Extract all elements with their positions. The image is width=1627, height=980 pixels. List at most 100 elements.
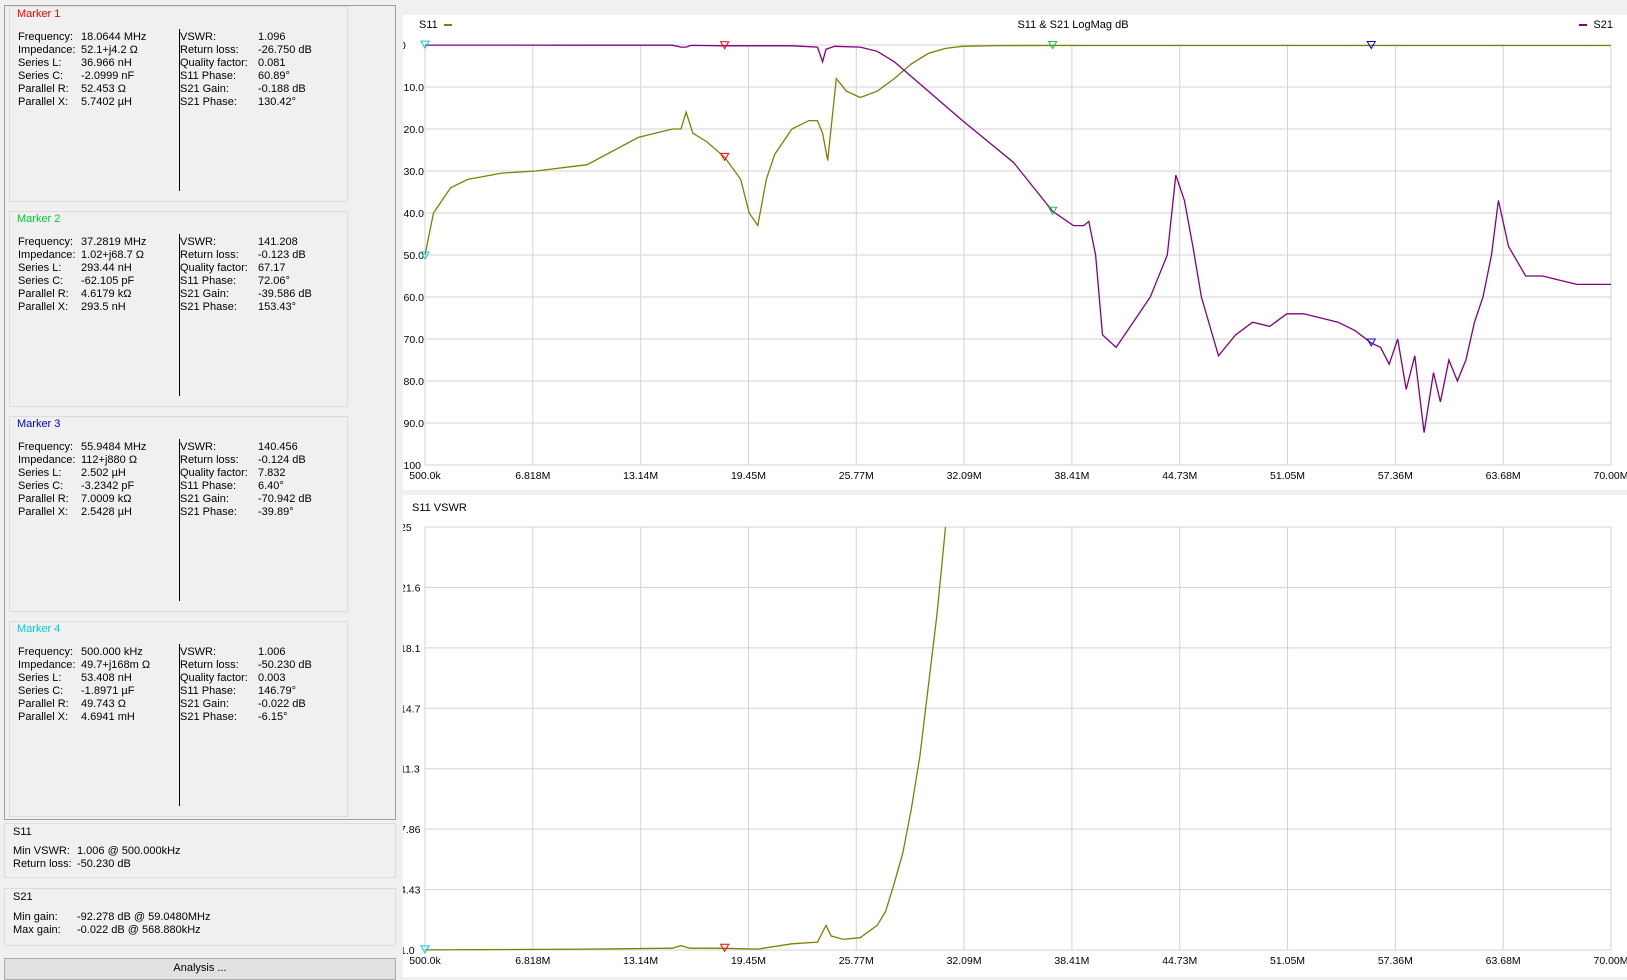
marker-4-panel: Marker 4 Frequency: 500.000 kHz Impedance: 4… xyxy=(9,621,348,817)
y-tick-label: 18.1 xyxy=(403,643,421,655)
marker-field-row: Return loss: -50.230 dB xyxy=(180,659,312,672)
marker-field-value: -3.2342 pF xyxy=(81,480,135,492)
marker-field-value: 1.02+j68.7 Ω xyxy=(81,249,144,261)
marker-field-row: VSWR: 1.096 xyxy=(180,31,286,44)
marker-field-row: Parallel R: 7.0009 kΩ xyxy=(18,493,131,506)
marker-field-row: S11 Phase: 6.40° xyxy=(180,480,284,493)
marker-field-row: Parallel R: 4.6179 kΩ xyxy=(18,288,131,301)
marker-1-panel: Marker 1 Frequency: 18.0644 MHz Impedance: 5… xyxy=(9,6,348,202)
marker-field-row: Series C: -3.2342 pF xyxy=(18,480,134,493)
marker-field-row: S21 Phase: -6.15° xyxy=(180,711,287,724)
x-tick-label: 32.09M xyxy=(947,470,982,482)
marker-field-label: Quality factor: xyxy=(180,672,248,684)
marker-field-value: 2.5428 µH xyxy=(81,506,132,518)
marker-field-value: 18.0644 MHz xyxy=(81,31,147,43)
marker-field-row: Return loss: -0.124 dB xyxy=(180,454,306,467)
markers-panel: Marker 1 Frequency: 18.0644 MHz Impedance: 5… xyxy=(4,5,396,820)
y-tick-label: 25 xyxy=(403,522,412,534)
marker-field-value: -0.123 dB xyxy=(258,249,306,261)
x-tick-label: 57.36M xyxy=(1378,955,1413,967)
marker-field-value: 72.06° xyxy=(258,275,290,287)
s21-summary-title: S21 xyxy=(13,891,33,903)
marker-field-row: Return loss: -26.750 dB xyxy=(180,44,312,57)
s11-min-vswr-value: 1.006 @ 500.000kHz xyxy=(77,845,181,857)
marker-field-value: 2.502 µH xyxy=(81,467,126,479)
marker-field-label: Series C: xyxy=(18,685,64,697)
marker-field-row: Return loss: -0.123 dB xyxy=(180,249,306,262)
marker-field-row: Impedance: 1.02+j68.7 Ω xyxy=(18,249,144,262)
marker-field-row: S21 Gain: -39.586 dB xyxy=(180,288,312,301)
marker-field-value: 5.7402 µH xyxy=(81,96,132,108)
marker-field-label: S21 Phase: xyxy=(180,506,237,518)
y-tick-label: -100 xyxy=(403,460,421,472)
marker-field-row: Impedance: 112+j880 Ω xyxy=(18,454,137,467)
y-tick-label: -80.0 xyxy=(403,376,424,388)
marker-field-value: 1.006 xyxy=(258,646,286,658)
marker-field-label: S21 Gain: xyxy=(180,288,229,300)
y-tick-label: -90.0 xyxy=(403,418,424,430)
marker-field-value: 52.1+j4.2 Ω xyxy=(81,44,138,56)
marker-field-label: Return loss: xyxy=(180,454,239,466)
y-tick-label: 21.6 xyxy=(403,582,421,594)
marker-field-label: Series C: xyxy=(18,275,64,287)
marker-3-panel: Marker 3 Frequency: 55.9484 MHz Impedance: 1… xyxy=(9,416,348,612)
marker-field-row: S21 Gain: -70.942 dB xyxy=(180,493,312,506)
logmag-chart[interactable]: 500.0k 6.818M 13.14M 19.45M 25.77M 32.09M 38.4… xyxy=(403,15,1627,490)
y-tick-label: 7.86 xyxy=(403,824,421,836)
marker-field-row: Series L: 293.44 nH xyxy=(18,262,132,275)
marker-field-row: Frequency: 55.9484 MHz xyxy=(18,441,146,454)
marker-field-value: -62.105 pF xyxy=(81,275,135,287)
marker-field-row: Quality factor: 7.832 xyxy=(180,467,286,480)
x-tick-label: 25.77M xyxy=(839,470,874,482)
marker-field-value: 7.0009 kΩ xyxy=(81,493,132,505)
marker-field-row: Series C: -1.8971 µF xyxy=(18,685,134,698)
marker-field-value: 49.743 Ω xyxy=(81,698,126,710)
marker-field-value: 49.7+j168m Ω xyxy=(81,659,151,671)
x-tick-label: 63.68M xyxy=(1486,470,1521,482)
marker-field-value: -0.124 dB xyxy=(258,454,306,466)
marker-field-label: Quality factor: xyxy=(180,57,248,69)
marker-field-value: 146.79° xyxy=(258,685,297,697)
marker-field-value: 0.003 xyxy=(258,672,286,684)
y-tick-label: -70.0 xyxy=(403,334,424,346)
x-tick-label: 38.41M xyxy=(1054,955,1089,967)
marker-field-row: Parallel X: 4.6941 mH xyxy=(18,711,135,724)
x-tick-label: 25.77M xyxy=(839,955,874,967)
logmag-chart-panel: S11 S11 & S21 LogMag dB S21 500.0k 6.818M… xyxy=(403,15,1627,490)
x-tick-label: 19.45M xyxy=(731,955,766,967)
marker-field-row: S21 Phase: 153.43° xyxy=(180,301,296,314)
marker-field-label: VSWR: xyxy=(180,646,217,658)
x-tick-label: 38.41M xyxy=(1054,470,1089,482)
marker-field-label: Series C: xyxy=(18,480,64,492)
marker-field-value: 67.17 xyxy=(258,262,286,274)
marker-field-row: S11 Phase: 60.89° xyxy=(180,70,290,83)
marker-field-value: 37.2819 MHz xyxy=(81,236,147,248)
marker-field-value: 1.096 xyxy=(258,31,286,43)
marker-field-row: Impedance: 49.7+j168m Ω xyxy=(18,659,150,672)
marker-field-label: Impedance: xyxy=(18,659,76,671)
marker-1-title: Marker 1 xyxy=(17,8,61,20)
s21-max-gain-value: -0.022 dB @ 568.880kHz xyxy=(77,924,201,936)
y-tick-label: -30.0 xyxy=(403,166,424,178)
marker-field-label: Parallel R: xyxy=(18,288,69,300)
marker-field-label: Return loss: xyxy=(180,249,239,261)
marker-field-value: 500.000 kHz xyxy=(81,646,143,658)
marker-field-label: Parallel X: xyxy=(18,711,69,723)
marker-field-label: Impedance: xyxy=(18,454,76,466)
marker-field-value: -39.586 dB xyxy=(258,288,312,300)
marker-field-row: VSWR: 1.006 xyxy=(180,646,286,659)
marker-field-label: Return loss: xyxy=(180,659,239,671)
vswr-chart[interactable]: 500.0k 6.818M 13.14M 19.45M 25.77M 32.09M 38.4… xyxy=(403,495,1627,977)
marker-field-label: S21 Phase: xyxy=(180,96,237,108)
marker-field-label: VSWR: xyxy=(180,441,217,453)
marker-field-row: Frequency: 18.0644 MHz xyxy=(18,31,146,44)
marker-field-row: Quality factor: 67.17 xyxy=(180,262,286,275)
marker-sidebar: Marker 1 Frequency: 18.0644 MHz Impedance: 5… xyxy=(0,0,400,980)
marker-field-row: S21 Phase: -39.89° xyxy=(180,506,294,519)
marker-field-label: S21 Phase: xyxy=(180,711,237,723)
s21-min-gain-row: Min gain: -92.278 dB @ 59.0480MHz xyxy=(13,911,210,923)
marker-field-value: 4.6941 mH xyxy=(81,711,135,723)
marker-2-panel: Marker 2 Frequency: 37.2819 MHz Impedance: 1… xyxy=(9,211,348,407)
marker-field-row: Frequency: 500.000 kHz xyxy=(18,646,143,659)
marker-field-label: Parallel X: xyxy=(18,96,69,108)
